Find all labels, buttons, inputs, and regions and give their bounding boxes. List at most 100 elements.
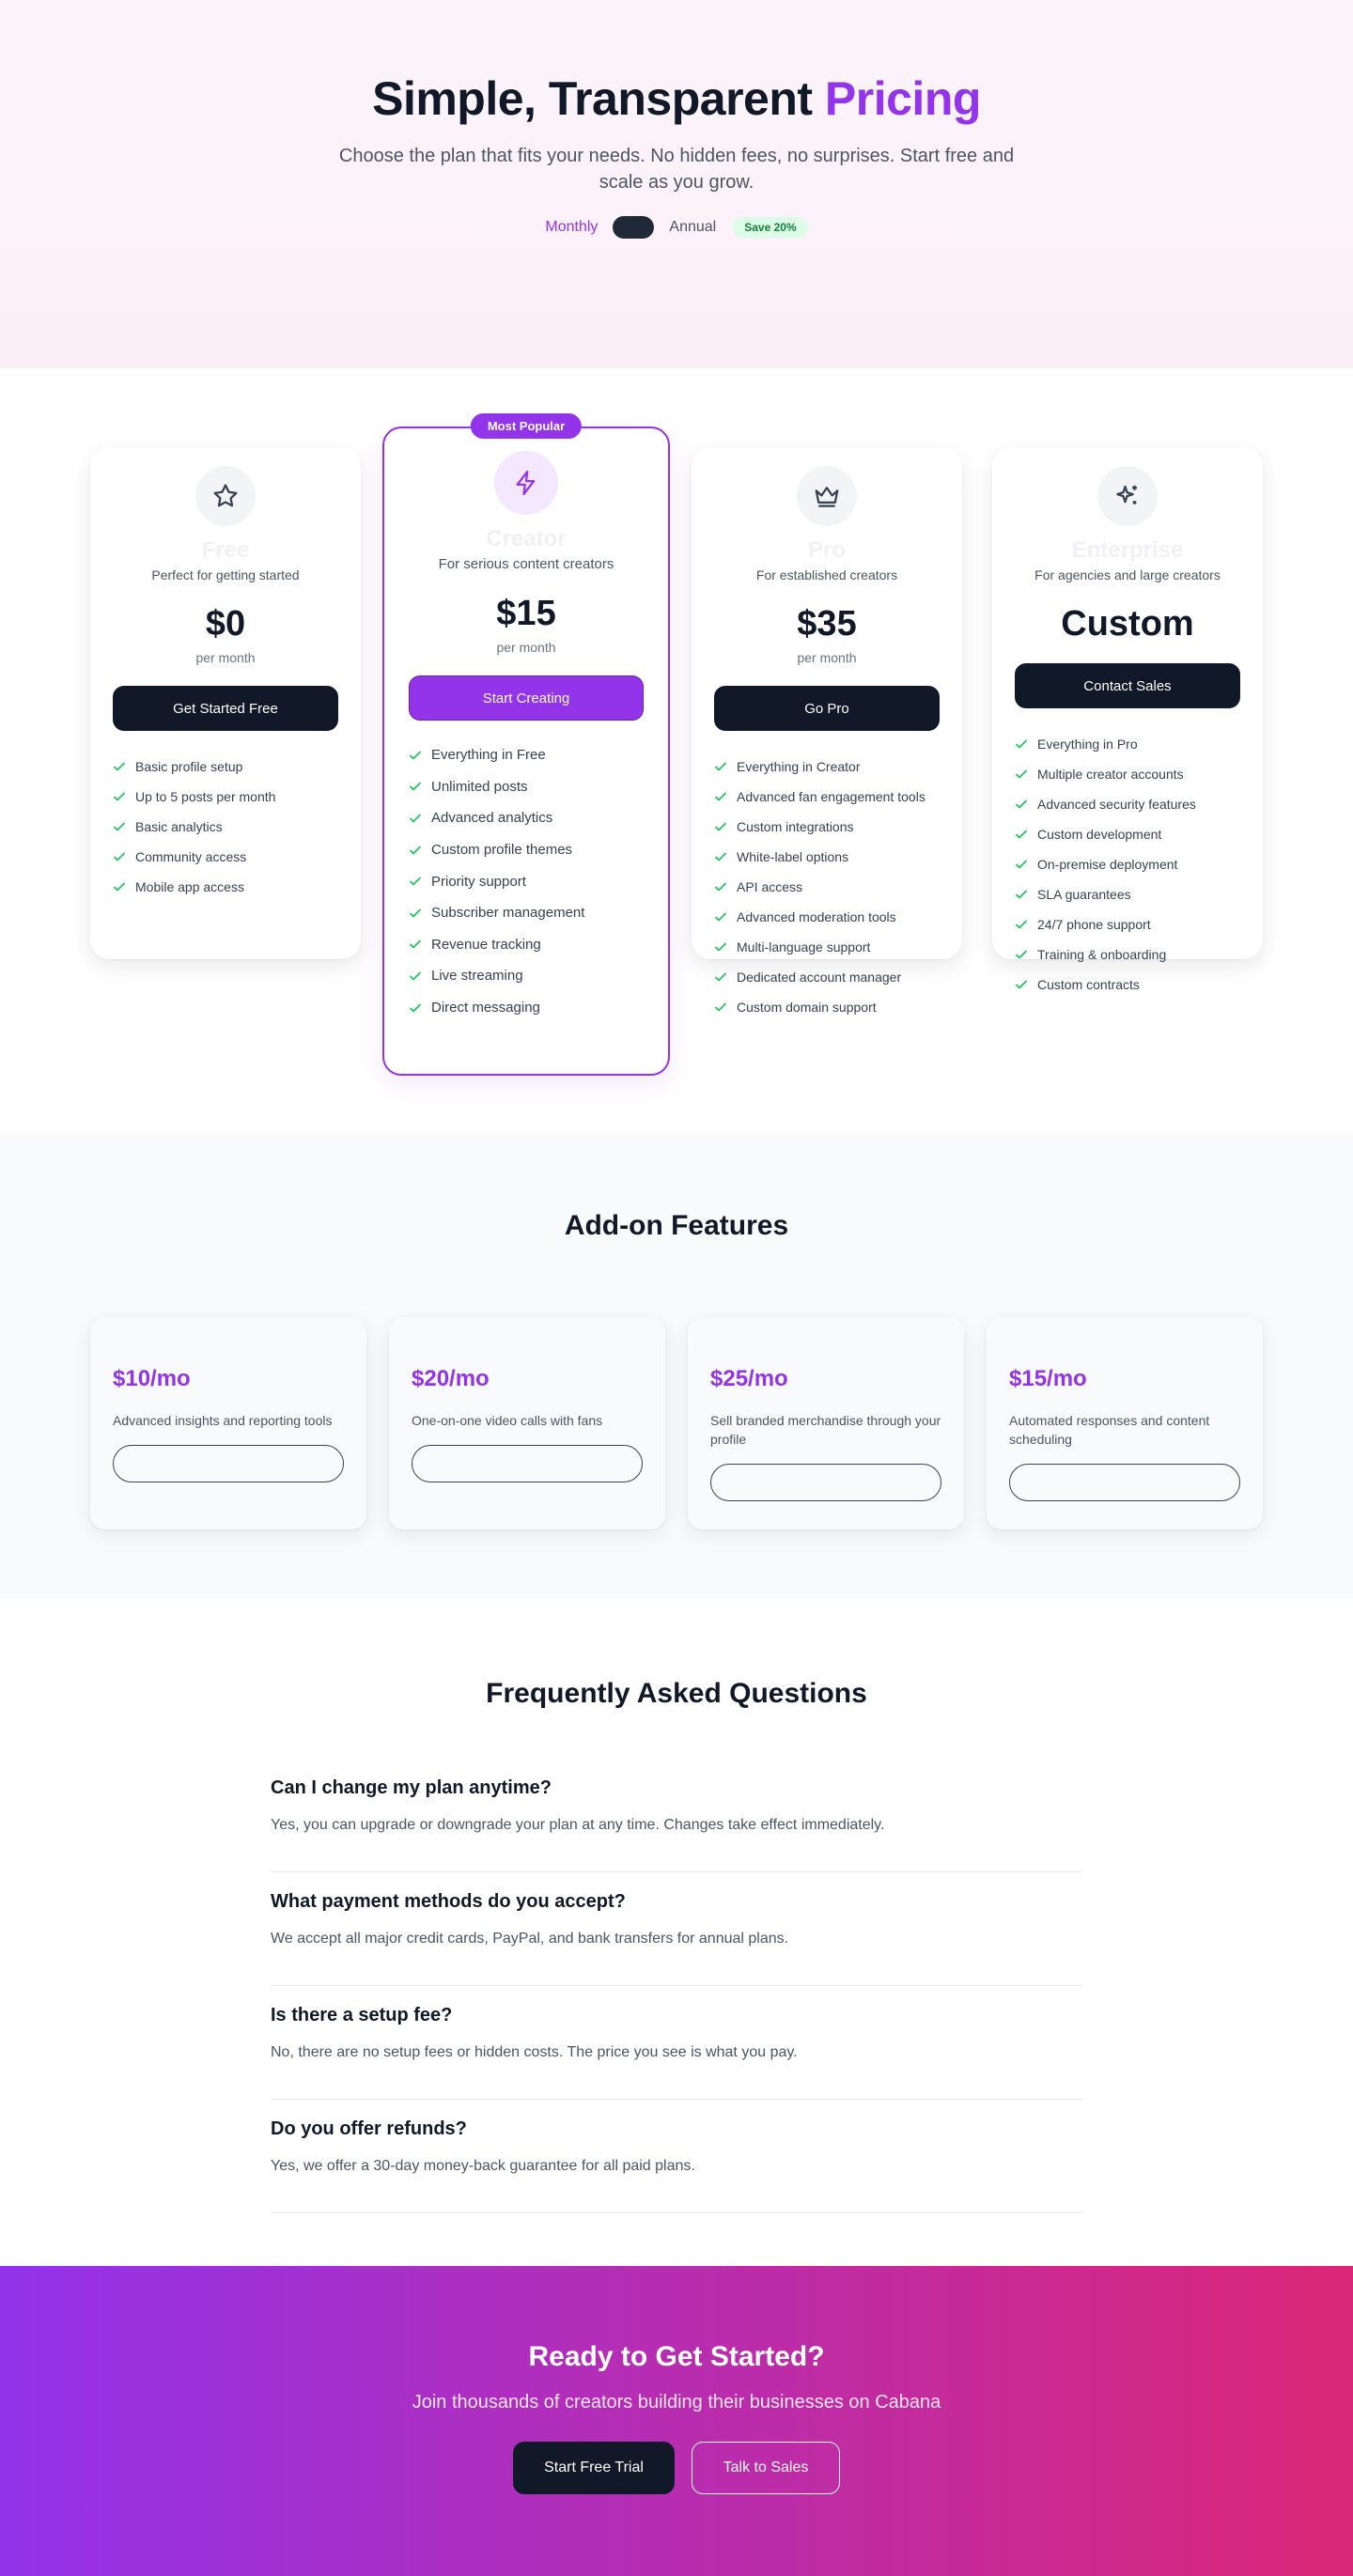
plan-period: per month [195, 650, 256, 665]
addon-button[interactable] [710, 1464, 941, 1501]
get-started-free-button[interactable]: Get Started Free [113, 686, 338, 731]
check-icon [410, 782, 421, 791]
feature-label: Direct messaging [431, 1000, 540, 1016]
start-free-trial-button[interactable]: Start Free Trial [513, 2442, 675, 2494]
feature-label: Community access [135, 849, 247, 864]
plan-price: $35 [797, 604, 857, 644]
faq-answer: No, there are no setup fees or hidden co… [271, 2044, 798, 2060]
go-pro-button[interactable]: Go Pro [714, 686, 940, 731]
feature-label: Basic profile setup [135, 759, 243, 774]
feature-label: Custom development [1037, 827, 1162, 842]
addon-card: $25/mo Sell branded merchandise through … [688, 1317, 964, 1529]
plan-card-free: Free Perfect for getting started $0 per … [90, 447, 361, 959]
page-title-main: Simple, Transparent [372, 72, 825, 125]
plan-price: $0 [205, 604, 246, 644]
check-icon [1016, 950, 1027, 959]
check-icon [715, 792, 726, 801]
talk-to-sales-button[interactable]: Talk to Sales [692, 2442, 840, 2494]
check-icon [410, 1003, 421, 1012]
addon-price: $25/mo [710, 1366, 788, 1391]
billing-toggle[interactable] [613, 216, 655, 239]
check-icon [114, 882, 125, 892]
addon-description: Sell branded merchandise through your pr… [710, 1413, 941, 1447]
addon-button[interactable] [1009, 1464, 1240, 1501]
addon-button[interactable] [113, 1445, 344, 1482]
plan-name: Pro [807, 537, 846, 563]
feature-label: Everything in Pro [1037, 737, 1138, 752]
faq-item: What payment methods do you accept? We a… [271, 1872, 1082, 1986]
toggle-knob [616, 220, 632, 235]
crown-icon [797, 466, 857, 526]
addons-section: Add-on Features $10/mo Advanced insights… [0, 1135, 1353, 1599]
feature-item: Everything in Pro [1015, 729, 1240, 759]
feature-item: Revenue tracking [409, 929, 644, 961]
feature-item: Custom domain support [714, 992, 940, 1022]
feature-item: Advanced moderation tools [714, 902, 940, 932]
feature-list: Everything in Free Unlimited posts Advan… [409, 739, 644, 1023]
billing-annual-label[interactable]: Annual [669, 219, 716, 236]
addon-card: $20/mo One-on-one video calls with fans [389, 1317, 665, 1529]
feature-label: Advanced moderation tools [737, 909, 896, 924]
faq-question: Do you offer refunds? [271, 2118, 467, 2139]
feature-item: Custom integrations [714, 812, 940, 842]
feature-label: White-label options [737, 849, 849, 864]
contact-sales-button[interactable]: Contact Sales [1015, 663, 1240, 708]
feature-item: SLA guarantees [1015, 879, 1240, 909]
feature-item: Basic analytics [113, 812, 338, 842]
addon-price: $15/mo [1009, 1366, 1087, 1391]
plan-card-creator: Most Popular Creator For serious content… [382, 413, 670, 1076]
feature-label: Subscriber management [431, 905, 585, 922]
billing-monthly-label[interactable]: Monthly [545, 219, 598, 236]
cta-title: Ready to Get Started? [528, 2341, 825, 2372]
feature-label: 24/7 phone support [1037, 917, 1151, 932]
feature-label: Everything in Free [431, 747, 546, 764]
cta-section: Ready to Get Started? Join thousands of … [0, 2266, 1353, 2576]
check-icon [1016, 860, 1027, 869]
plan-period: per month [797, 650, 857, 665]
feature-item: Dedicated account manager [714, 962, 940, 992]
check-icon [114, 852, 125, 861]
faq-question: What payment methods do you accept? [271, 1891, 626, 1912]
plans-section: Free Perfect for getting started $0 per … [0, 368, 1353, 1135]
most-popular-badge: Most Popular [470, 413, 583, 439]
check-icon [1016, 920, 1027, 929]
plan-description: For agencies and large creators [1034, 567, 1221, 582]
check-icon [1016, 830, 1027, 839]
feature-list: Basic profile setup Up to 5 posts per mo… [113, 752, 338, 902]
feature-label: Custom contracts [1037, 977, 1140, 992]
check-icon [114, 792, 125, 801]
feature-item: Training & onboarding [1015, 939, 1240, 970]
check-icon [1016, 739, 1027, 749]
feature-label: Multiple creator accounts [1037, 767, 1184, 782]
feature-item: Priority support [409, 865, 644, 897]
lightning-icon [494, 451, 558, 515]
feature-item: Direct messaging [409, 992, 644, 1024]
page-title-accent: Pricing [824, 72, 981, 125]
feature-item: Advanced fan engagement tools [714, 782, 940, 812]
plan-description: Perfect for getting started [151, 567, 300, 582]
check-icon [114, 762, 125, 771]
plan-name: Enterprise [1071, 537, 1184, 563]
check-icon [410, 971, 421, 981]
feature-item: Advanced analytics [409, 802, 644, 834]
feature-item: Live streaming [409, 960, 644, 992]
feature-label: Advanced fan engagement tools [737, 789, 925, 804]
billing-toggle-row: Monthly Annual Save 20% [0, 216, 1353, 239]
addon-description: One-on-one video calls with fans [412, 1413, 603, 1428]
feature-item: On-premise deployment [1015, 849, 1240, 879]
feature-label: Custom profile themes [431, 842, 573, 859]
addon-button[interactable] [412, 1445, 643, 1482]
save-badge: Save 20% [733, 217, 808, 238]
check-icon [1016, 890, 1027, 899]
feature-item: Basic profile setup [113, 752, 338, 782]
check-icon [1016, 799, 1027, 809]
check-icon [715, 942, 726, 952]
faq-answer: Yes, you can upgrade or downgrade your p… [271, 1817, 885, 1833]
start-creating-button[interactable]: Start Creating [409, 675, 644, 721]
feature-item: Up to 5 posts per month [113, 782, 338, 812]
feature-label: Mobile app access [135, 879, 244, 894]
feature-label: Custom domain support [737, 1000, 877, 1015]
faq-title: Frequently Asked Questions [486, 1678, 867, 1709]
faq-section: Frequently Asked Questions Can I change … [0, 1599, 1353, 2266]
check-icon [410, 846, 421, 854]
